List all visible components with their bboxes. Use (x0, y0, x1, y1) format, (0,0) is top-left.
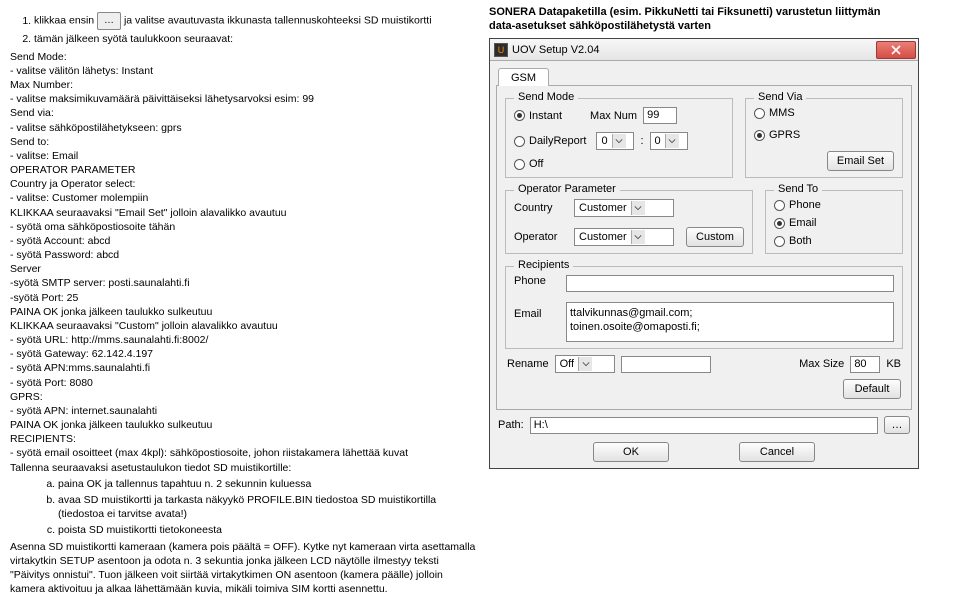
email-set-button[interactable]: Email Set (827, 151, 894, 171)
radio-mms[interactable]: MMS (754, 107, 795, 119)
radio-phone[interactable]: Phone (774, 199, 821, 211)
group-operator-parameter: Operator Parameter Country Customer Oper… (505, 190, 753, 254)
cancel-button[interactable]: Cancel (739, 442, 815, 462)
phone-input[interactable] (566, 275, 894, 292)
operator-dropdown[interactable]: Customer (574, 228, 674, 246)
daily-hour-dropdown[interactable]: 0 (596, 132, 634, 150)
email-input[interactable]: ttalvikunnas@gmail.com; toinen.osoite@om… (566, 302, 894, 342)
custom-button[interactable]: Custom (686, 227, 744, 247)
radio-gprs[interactable]: GPRS (754, 129, 800, 141)
path-input[interactable]: H:\ (530, 417, 878, 434)
maxnum-label: Max Num (590, 110, 637, 122)
maxsize-input[interactable]: 80 (850, 356, 880, 373)
radio-instant[interactable]: Instant (514, 110, 562, 122)
close-button[interactable] (876, 41, 916, 59)
group-send-via: Send Via MMS GPRS Email Set (745, 98, 903, 178)
ok-button[interactable]: OK (593, 442, 669, 462)
operator-label: Operator (514, 231, 568, 243)
tab-gsm[interactable]: GSM (498, 68, 549, 86)
gsm-tabpage: Send Mode Instant Max Num 99 DailyReport… (496, 85, 912, 410)
phone-label: Phone (514, 275, 560, 287)
rename-input[interactable] (621, 356, 711, 373)
rename-dropdown[interactable]: Off (555, 355, 615, 373)
radio-dailyreport[interactable]: DailyReport (514, 135, 586, 147)
browse-example-button: … (97, 12, 121, 30)
titlebar[interactable]: U UOV Setup V2.04 (490, 39, 918, 61)
email-label: Email (514, 302, 560, 320)
radio-email[interactable]: Email (774, 217, 817, 229)
country-label: Country (514, 202, 568, 214)
maxsize-label: Max Size (799, 358, 844, 370)
close-icon (891, 45, 901, 55)
step-1: klikkaa ensin … ja valitse avautuvasta i… (34, 12, 479, 30)
default-button[interactable]: Default (843, 379, 901, 399)
group-send-mode: Send Mode Instant Max Num 99 DailyReport… (505, 98, 733, 178)
uov-setup-window: U UOV Setup V2.04 GSM Send Mode Instant … (489, 38, 919, 469)
window-title: UOV Setup V2.04 (512, 44, 599, 56)
path-label: Path: (498, 419, 524, 431)
page-heading-1: SONERA Datapaketilla (esim. PikkuNetti t… (489, 6, 956, 18)
group-recipients: Recipients Phone Email ttalvikunnas@gmai… (505, 266, 903, 349)
daily-min-dropdown[interactable]: 0 (650, 132, 688, 150)
instructions-panel: klikkaa ensin … ja valitse avautuvasta i… (0, 0, 485, 594)
page-heading-2: data-asetukset sähköpostilähetystä varte… (489, 20, 956, 32)
browse-button[interactable]: … (884, 416, 910, 434)
radio-both[interactable]: Both (774, 235, 812, 247)
step-2: tämän jälkeen syötä taulukkoon seuraavat… (34, 32, 479, 46)
rename-label: Rename (507, 358, 549, 370)
group-send-to: Send To Phone Email Both (765, 190, 903, 254)
maxnum-input[interactable]: 99 (643, 107, 677, 124)
country-dropdown[interactable]: Customer (574, 199, 674, 217)
app-icon: U (494, 43, 508, 57)
radio-off[interactable]: Off (514, 158, 543, 170)
